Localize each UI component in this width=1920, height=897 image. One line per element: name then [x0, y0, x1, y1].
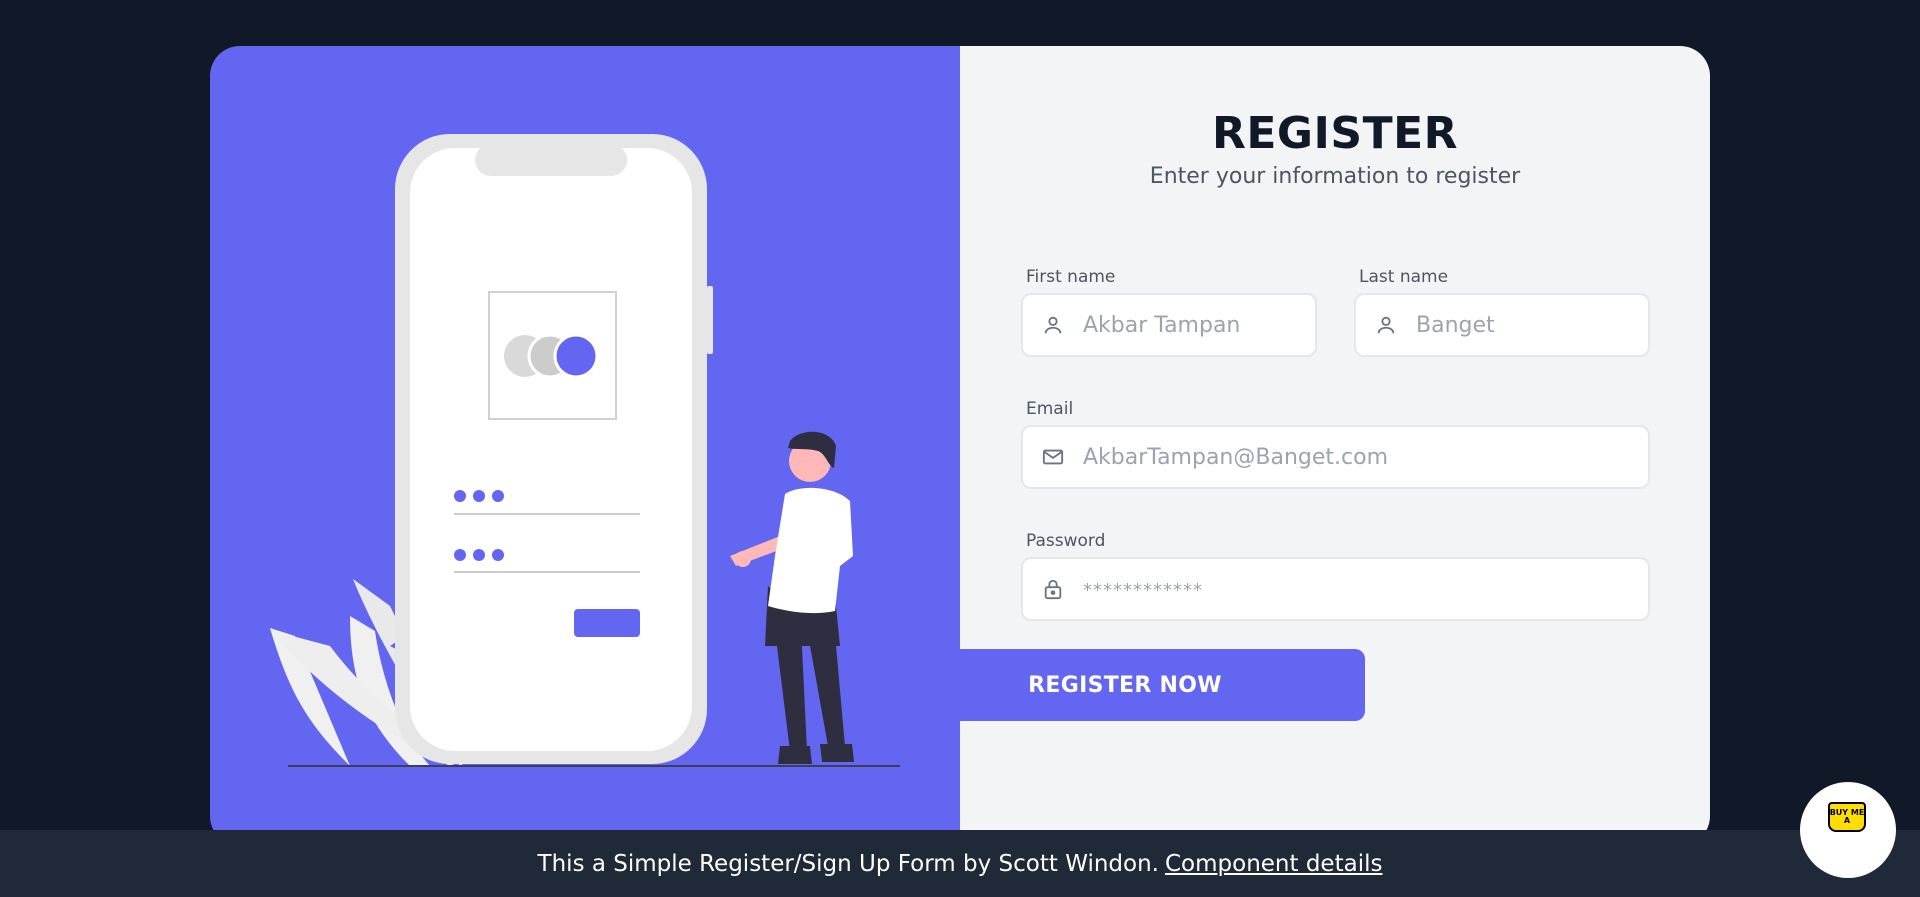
page-subtitle: Enter your information to register [1149, 164, 1521, 189]
register-now-button[interactable]: REGISTER NOW [885, 649, 1365, 721]
page-title: REGISTER [1211, 108, 1459, 159]
lock-icon [1023, 559, 1083, 619]
first-name-label: First name [1026, 267, 1116, 287]
first-name-field[interactable] [1021, 293, 1371, 357]
password-field[interactable] [1021, 557, 1650, 621]
illustration-panel [210, 46, 960, 846]
password-label: Password [1026, 531, 1106, 551]
email-input[interactable] [1083, 427, 1648, 487]
last-name-input[interactable] [1416, 295, 1704, 355]
footer-bar: This a Simple Register/Sign Up Form by S… [0, 830, 1920, 897]
password-input[interactable] [1083, 559, 1648, 619]
buy-me-a-coffee-button[interactable]: BUY ME A [1800, 782, 1896, 878]
user-icon [1023, 295, 1083, 355]
phone-illustration [395, 134, 713, 764]
register-illustration [270, 134, 900, 767]
last-name-field[interactable] [1354, 293, 1704, 357]
footer-text: This a Simple Register/Sign Up Form by S… [537, 850, 1159, 877]
component-details-link[interactable]: Component details [1165, 851, 1382, 877]
mail-icon [1023, 427, 1083, 487]
last-name-label: Last name [1359, 267, 1449, 287]
email-label: Email [1026, 399, 1074, 419]
bmc-label: BUY ME A [1829, 808, 1865, 825]
email-field[interactable] [1021, 425, 1650, 489]
first-name-input[interactable] [1083, 295, 1371, 355]
person-illustration [730, 431, 854, 764]
user-icon [1356, 295, 1416, 355]
